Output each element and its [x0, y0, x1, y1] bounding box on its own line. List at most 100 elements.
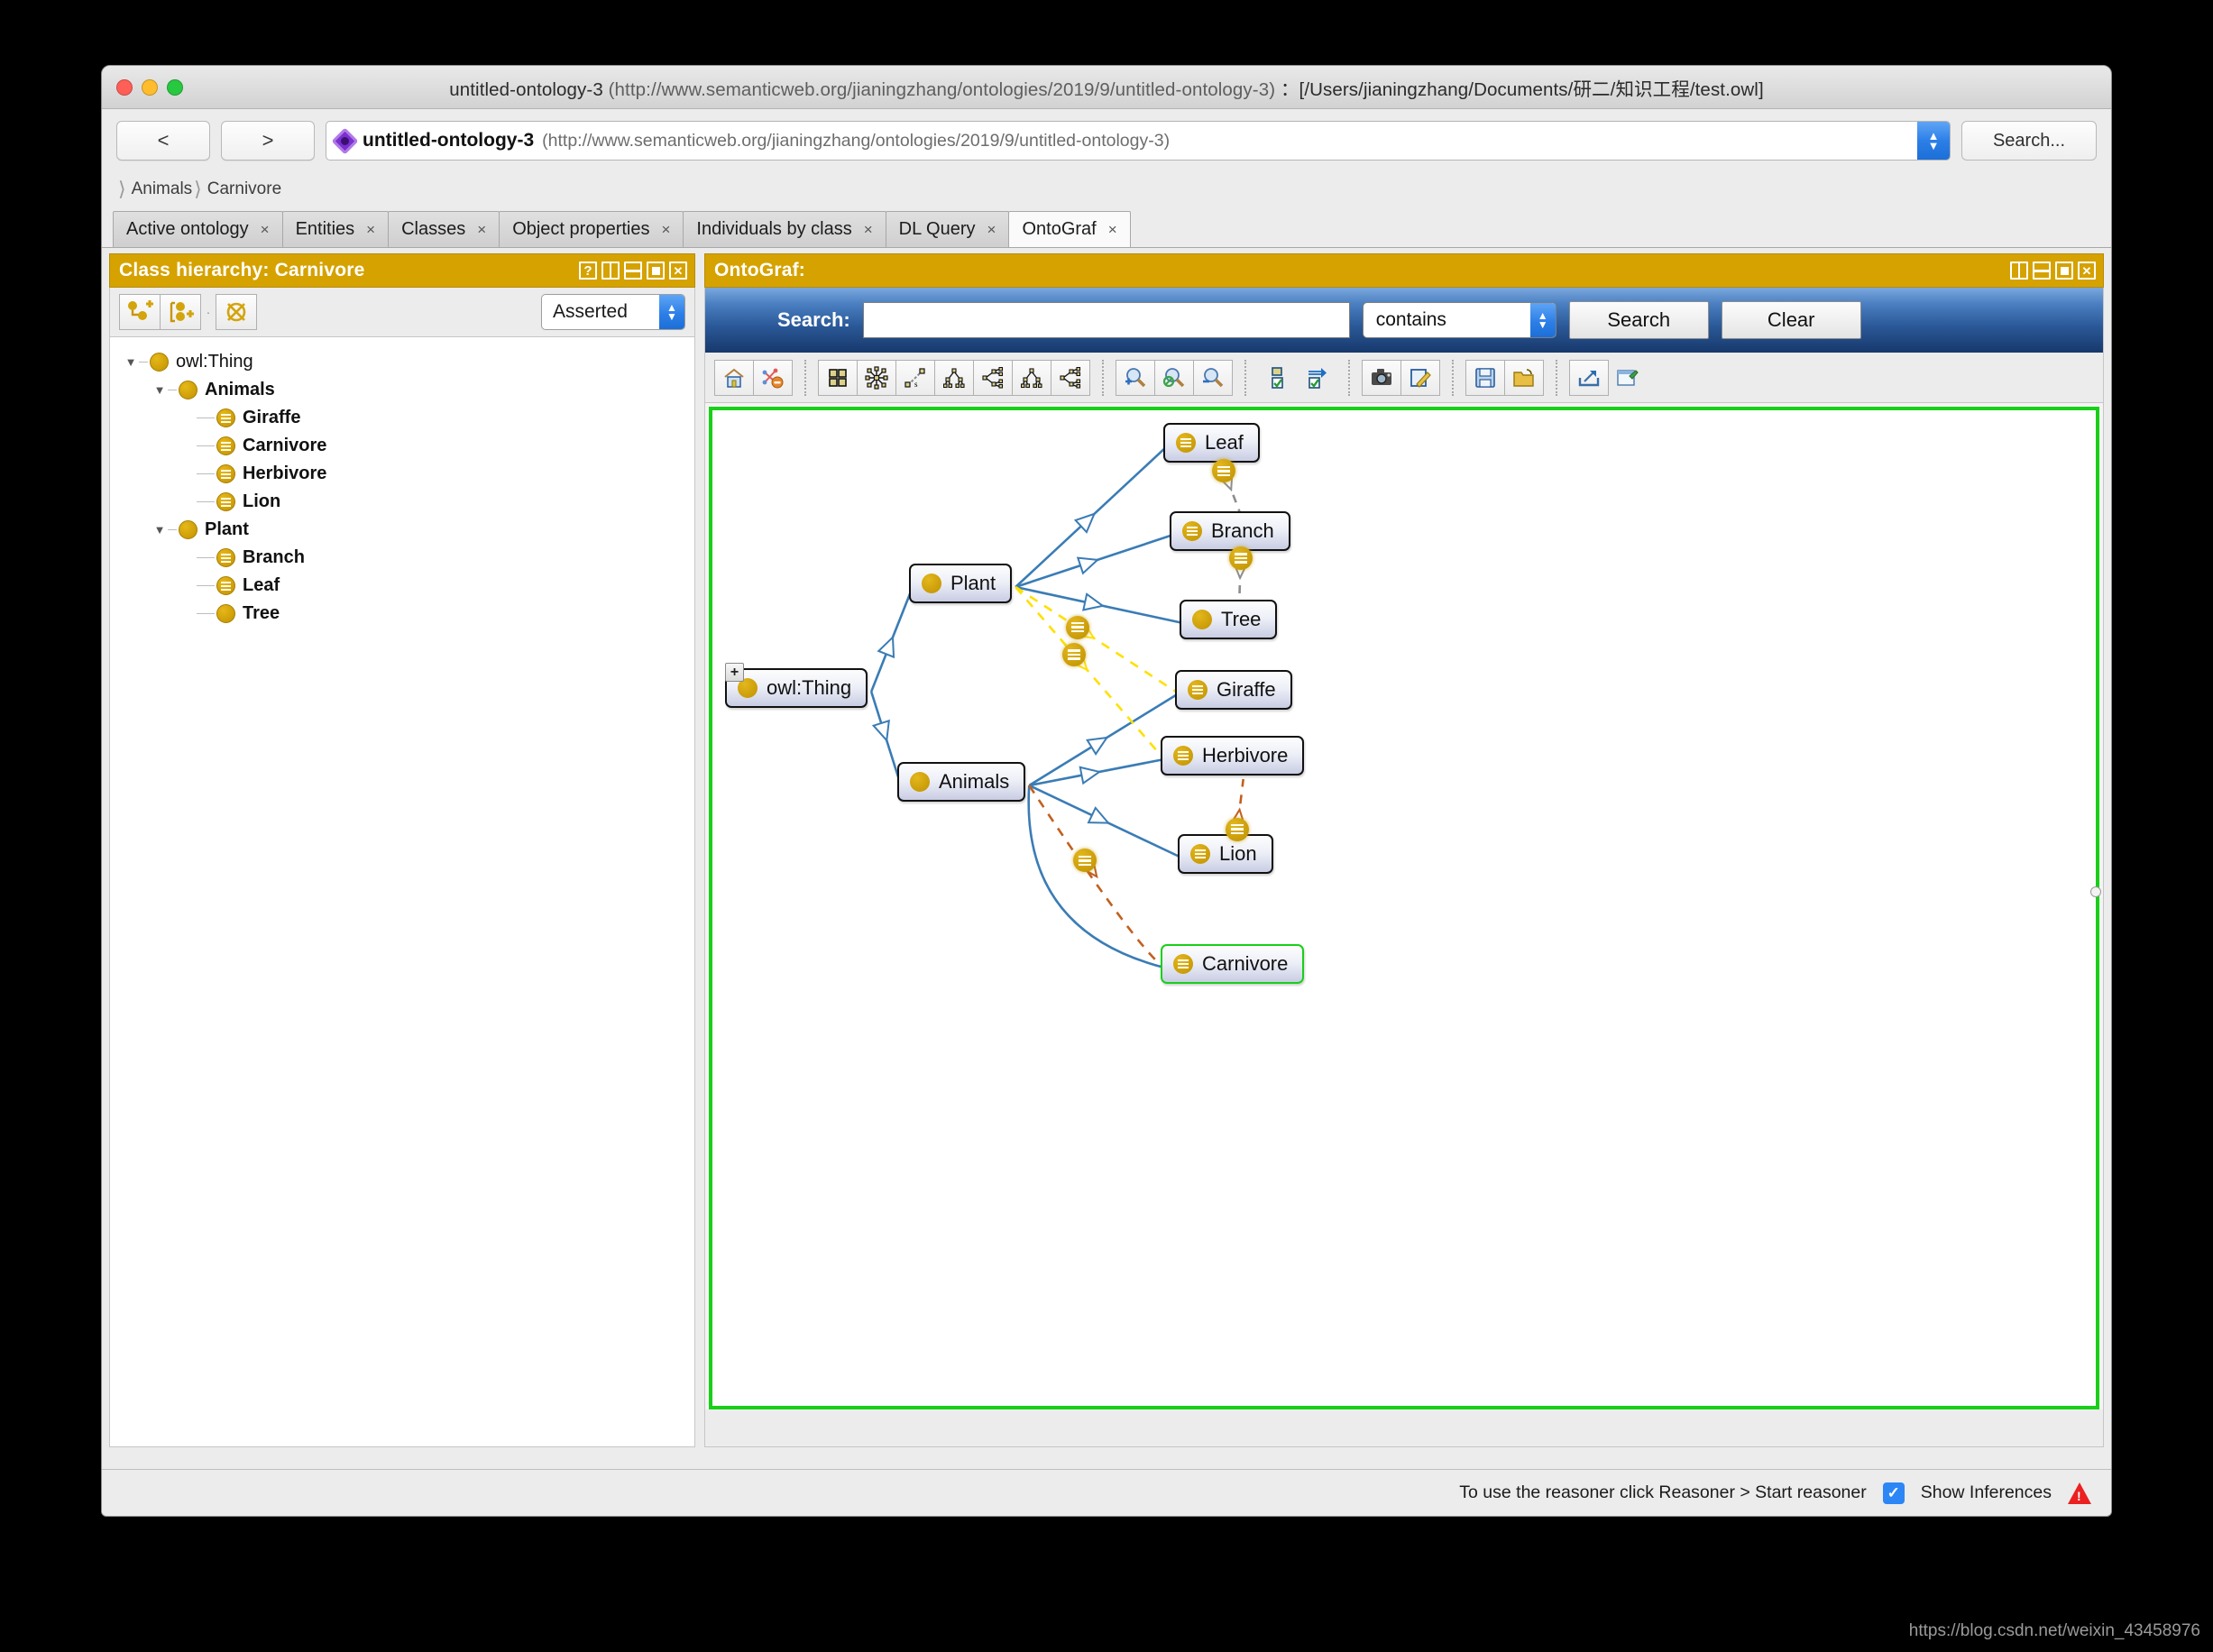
graph-node-animals[interactable]: Animals	[897, 762, 1025, 802]
ontograf-canvas[interactable]: +owl:Thing Plant Animals Leaf Branch Tree Gira…	[709, 407, 2099, 1409]
tree-expander-icon[interactable]: ▼	[152, 522, 168, 538]
chevron-updown-icon[interactable]: ▲▼	[659, 295, 684, 329]
close-icon[interactable]: ✕	[2078, 262, 2096, 280]
canvas-scroll-knob[interactable]	[2090, 886, 2101, 897]
panel-header-buttons[interactable]: ✕	[2010, 262, 2096, 280]
tree-expander-icon[interactable]: ▼	[152, 382, 168, 399]
tree-item-animals[interactable]: ▼Animals	[110, 376, 694, 404]
graph-node-giraffe[interactable]: Giraffe	[1175, 670, 1292, 710]
tab-entities[interactable]: Entities ×	[282, 211, 390, 247]
home-icon[interactable]	[714, 360, 754, 396]
close-window-button[interactable]	[116, 79, 133, 96]
tree-item-herbivore[interactable]: Herbivore	[110, 460, 694, 488]
clear-button[interactable]: Clear	[1722, 301, 1861, 339]
back-button[interactable]: <	[116, 121, 210, 161]
tab-close-icon[interactable]: ×	[661, 221, 670, 239]
tab-close-icon[interactable]: ×	[477, 221, 486, 239]
graph-node-label: Animals	[939, 770, 1009, 794]
tab-close-icon[interactable]: ×	[987, 221, 996, 239]
class-hierarchy-tree[interactable]: ▼owl:Thing▼AnimalsGiraffeCarnivoreHerbiv…	[109, 336, 695, 1447]
match-mode-select[interactable]: contains ▲▼	[1363, 302, 1556, 338]
add-subclass-icon[interactable]	[119, 294, 161, 330]
tab-active-ontology[interactable]: Active ontology ×	[113, 211, 283, 247]
tree-item-owl-thing[interactable]: ▼owl:Thing	[110, 348, 694, 376]
tree-item-branch[interactable]: Branch	[110, 544, 694, 572]
chevron-updown-icon[interactable]: ▲▼	[1530, 303, 1556, 337]
chevron-updown-icon[interactable]: ▲▼	[1917, 122, 1950, 160]
delete-class-icon[interactable]	[216, 294, 257, 330]
spring-layout-icon[interactable]: s	[895, 360, 935, 396]
graph-node-herbivore[interactable]: Herbivore	[1161, 736, 1304, 776]
graph-node-leaf[interactable]: Leaf	[1163, 423, 1260, 463]
arc-filter-icon[interactable]	[1297, 360, 1336, 396]
tree-item-leaf[interactable]: Leaf	[110, 572, 694, 600]
graph-node-plant[interactable]: Plant	[909, 564, 1012, 603]
tab-classes[interactable]: Classes ×	[388, 211, 500, 247]
grid-layout-icon[interactable]	[818, 360, 858, 396]
minimize-icon[interactable]	[2033, 262, 2051, 280]
tree-expander-icon[interactable]: ▼	[123, 354, 139, 371]
search-input[interactable]	[863, 302, 1350, 338]
tree-horizontal-2-icon[interactable]	[1051, 360, 1090, 396]
split-icon[interactable]	[2010, 262, 2028, 280]
search-button[interactable]: Search	[1569, 301, 1709, 339]
tab-close-icon[interactable]: ×	[261, 221, 270, 239]
zoom-reset-icon[interactable]	[1154, 360, 1194, 396]
close-icon[interactable]: ✕	[669, 262, 687, 280]
ontology-selector-combobox[interactable]: untitled-ontology-3 (http://www.semantic…	[326, 121, 1951, 161]
save-icon[interactable]	[1465, 360, 1505, 396]
radial-layout-icon[interactable]	[857, 360, 896, 396]
show-inferences-checkbox[interactable]: ✓	[1883, 1482, 1905, 1504]
svg-text:s: s	[914, 380, 918, 389]
open-icon[interactable]	[1504, 360, 1544, 396]
tab-ontograf[interactable]: OntoGraf ×	[1008, 211, 1130, 247]
clear-graph-icon[interactable]	[753, 360, 793, 396]
tree-item-tree[interactable]: Tree	[110, 600, 694, 628]
pin-icon[interactable]	[1608, 360, 1648, 396]
navigation-bar: < > untitled-ontology-3 (http://www.sema…	[102, 109, 2111, 172]
tab-individuals-by-class[interactable]: Individuals by class ×	[683, 211, 886, 247]
zoom-in-icon[interactable]	[1116, 360, 1155, 396]
tab-object-properties[interactable]: Object properties ×	[499, 211, 684, 247]
warning-triangle-icon[interactable]	[2068, 1482, 2091, 1504]
minimize-icon[interactable]	[624, 262, 642, 280]
tree-item-giraffe[interactable]: Giraffe	[110, 404, 694, 432]
snapshot-icon[interactable]	[1362, 360, 1401, 396]
tab-dl-query[interactable]: DL Query ×	[886, 211, 1010, 247]
node-filter-icon[interactable]	[1258, 360, 1298, 396]
maximize-icon[interactable]	[2055, 262, 2073, 280]
zoom-out-icon[interactable]	[1193, 360, 1233, 396]
tree-item-plant[interactable]: ▼Plant	[110, 516, 694, 544]
add-sibling-class-icon[interactable]	[160, 294, 201, 330]
tab-close-icon[interactable]: ×	[864, 221, 873, 239]
node-expand-icon[interactable]: +	[725, 663, 744, 682]
graph-node-owlthing[interactable]: +owl:Thing	[725, 668, 868, 708]
breadcrumb-item-carnivore[interactable]: Carnivore	[207, 179, 281, 199]
tab-close-icon[interactable]: ×	[1108, 221, 1117, 239]
maximize-icon[interactable]	[647, 262, 665, 280]
edit-icon[interactable]	[1400, 360, 1440, 396]
graph-node-carnivore[interactable]: Carnivore	[1161, 944, 1304, 984]
graph-node-branch[interactable]: Branch	[1170, 511, 1290, 551]
tree-vertical-layout-icon[interactable]	[934, 360, 974, 396]
reasoner-mode-select[interactable]: Asserted ▲▼	[541, 294, 685, 330]
split-icon[interactable]	[601, 262, 620, 280]
breadcrumb-item-animals[interactable]: Animals	[132, 179, 193, 199]
maximize-window-button[interactable]	[167, 79, 183, 96]
graph-node-lion[interactable]: Lion	[1178, 834, 1273, 874]
global-search-button[interactable]: Search...	[1961, 121, 2097, 161]
export-icon[interactable]	[1569, 360, 1609, 396]
watermark: https://blog.csdn.net/weixin_43458976	[1909, 1621, 2200, 1641]
window-controls[interactable]	[116, 79, 183, 96]
forward-button[interactable]: >	[221, 121, 315, 161]
tree-horizontal-layout-icon[interactable]	[973, 360, 1013, 396]
tab-close-icon[interactable]: ×	[366, 221, 375, 239]
panel-header-buttons[interactable]: ? ✕	[579, 262, 687, 280]
help-icon[interactable]: ?	[579, 262, 597, 280]
breadcrumb: ⟩ Animals ⟩ Carnivore	[102, 172, 2111, 206]
minimize-window-button[interactable]	[142, 79, 158, 96]
tree-item-carnivore[interactable]: Carnivore	[110, 432, 694, 460]
tree-item-lion[interactable]: Lion	[110, 488, 694, 516]
graph-node-tree[interactable]: Tree	[1180, 600, 1277, 639]
tree-vertical-2-icon[interactable]	[1012, 360, 1051, 396]
